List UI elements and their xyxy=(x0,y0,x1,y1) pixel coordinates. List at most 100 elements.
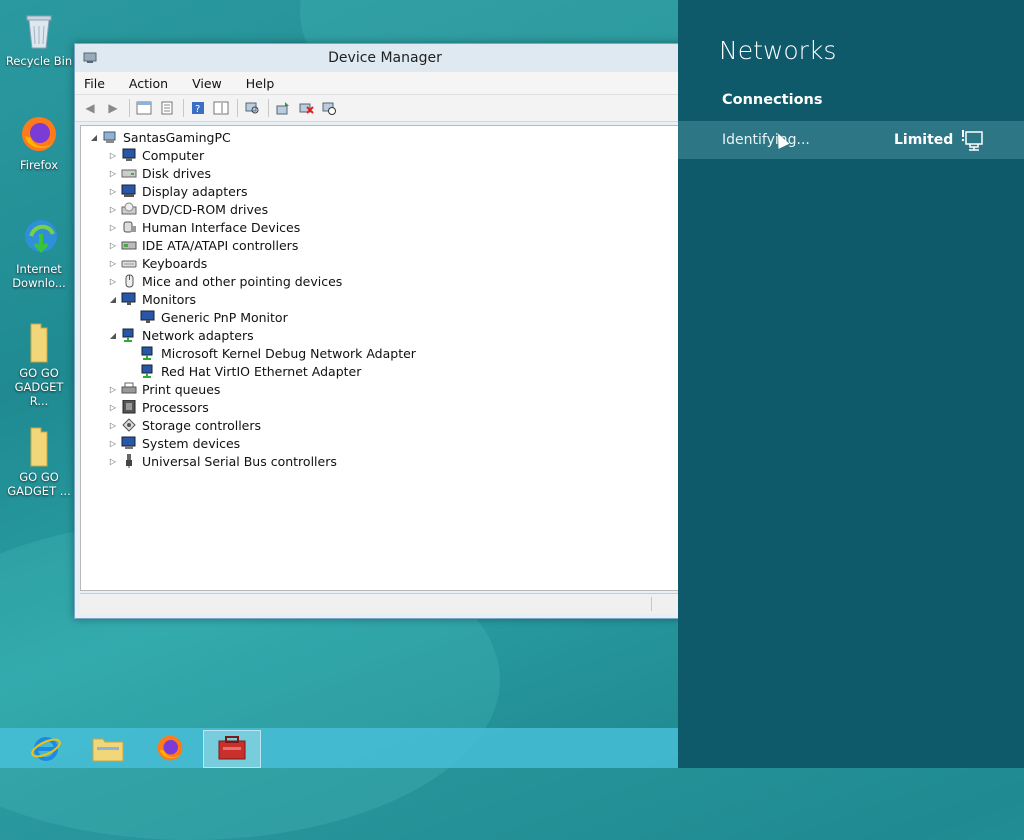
tree-node-mice[interactable]: ▷ Mice and other pointing devices xyxy=(108,272,342,290)
expand-triangle-icon[interactable]: ▷ xyxy=(108,187,118,196)
desktop-icon-label: Firefox xyxy=(19,158,59,172)
tree-node-processors[interactable]: ▷ Processors xyxy=(108,398,209,416)
network-adapter-icon xyxy=(141,364,153,378)
tree-node-network-adapters[interactable]: ◢ Network adapters xyxy=(108,326,254,344)
tree-node-label: Monitors xyxy=(142,291,197,307)
tree-node-generic-pnp-monitor[interactable]: Generic PnP Monitor xyxy=(140,308,288,326)
tree-node-print-queues[interactable]: ▷ Print queues xyxy=(108,380,220,398)
monitor-icon xyxy=(140,310,155,323)
tree-node-disk-drives[interactable]: ▷ Disk drives xyxy=(108,164,211,182)
folder-icon xyxy=(30,427,48,467)
tree-node-storage-controllers[interactable]: ▷ Storage controllers xyxy=(108,416,261,434)
expand-triangle-icon[interactable]: ▷ xyxy=(108,205,118,214)
folder-icon xyxy=(30,323,48,363)
desktop-icon-firefox[interactable]: Firefox xyxy=(4,112,74,172)
expand-triangle-icon[interactable]: ▷ xyxy=(108,151,118,160)
expand-triangle-icon[interactable]: ▷ xyxy=(108,169,118,178)
update-driver-icon[interactable] xyxy=(274,99,292,117)
expand-triangle-icon[interactable]: ▷ xyxy=(108,385,118,394)
internet-explorer-icon xyxy=(31,737,61,761)
tree-node-kernel-debug-adapter[interactable]: Microsoft Kernel Debug Network Adapter xyxy=(140,344,416,362)
tree-node-computer[interactable]: ▷ Computer xyxy=(108,146,204,164)
recycle-bin-icon xyxy=(26,15,52,49)
computer-icon xyxy=(122,148,136,161)
device-manager-window[interactable]: Device Manager File Action View Help ◀ ▶… xyxy=(74,43,696,619)
taskbar-firefox[interactable] xyxy=(142,730,198,766)
title-bar[interactable]: Device Manager xyxy=(75,44,695,72)
svg-text:?: ? xyxy=(195,104,200,115)
collapse-triangle-icon[interactable]: ◢ xyxy=(108,295,118,304)
menu-bar: File Action View Help xyxy=(75,72,695,95)
expand-triangle-icon[interactable]: ▷ xyxy=(108,259,118,268)
tree-node-human-interface-devices[interactable]: ▷ Human Interface Devices xyxy=(108,218,300,236)
tree-node-ide-controllers[interactable]: ▷ IDE ATA/ATAPI controllers xyxy=(108,236,298,254)
expand-triangle-icon[interactable]: ▷ xyxy=(108,439,118,448)
expand-triangle-icon[interactable]: ▷ xyxy=(108,277,118,286)
toolbar-separator xyxy=(268,99,269,117)
expand-triangle-icon[interactable]: ▷ xyxy=(108,223,118,232)
tree-node-system-devices[interactable]: ▷ System devices xyxy=(108,434,240,452)
tree-root-node[interactable]: ◢ SantasGamingPC xyxy=(89,128,231,146)
menu-help[interactable]: Help xyxy=(243,74,278,93)
networks-pane: Networks Connections Identifying... Limi… xyxy=(678,0,1024,768)
menu-action[interactable]: Action xyxy=(126,74,171,93)
expand-triangle-icon[interactable]: ▷ xyxy=(108,241,118,250)
action-pane-icon[interactable] xyxy=(212,99,230,117)
scan-hardware-changes-icon[interactable] xyxy=(243,99,261,117)
show-hide-console-tree-icon[interactable] xyxy=(135,99,153,117)
tree-node-label: Processors xyxy=(142,399,209,415)
properties-icon[interactable] xyxy=(158,99,176,117)
tree-node-label: DVD/CD-ROM drives xyxy=(142,201,269,217)
tree-node-label: Network adapters xyxy=(142,327,254,343)
taskbar-file-explorer[interactable] xyxy=(80,730,136,766)
forward-arrow-icon[interactable]: ▶ xyxy=(104,99,122,117)
expand-triangle-icon[interactable]: ▷ xyxy=(108,421,118,430)
expand-triangle-icon[interactable]: ▷ xyxy=(108,457,118,466)
wired-network-icon xyxy=(961,130,983,151)
desktop-icon-internet-download-manager[interactable]: Internet Downlo... xyxy=(4,216,74,290)
device-manager-icon xyxy=(218,736,246,760)
processor-icon xyxy=(122,400,136,414)
mouse-icon xyxy=(125,274,134,288)
toolbar-separator xyxy=(237,99,238,117)
taskbar-internet-explorer[interactable] xyxy=(18,730,74,766)
menu-file[interactable]: File xyxy=(81,74,108,93)
toolbar: ◀ ▶ ? xyxy=(75,95,695,122)
back-arrow-icon[interactable]: ◀ xyxy=(81,99,99,117)
tree-node-display-adapters[interactable]: ▷ Display adapters xyxy=(108,182,248,200)
tree-node-label: Disk drives xyxy=(142,165,211,181)
tree-node-usb-controllers[interactable]: ▷ Universal Serial Bus controllers xyxy=(108,452,337,470)
network-connection-item[interactable]: Identifying... Limited xyxy=(678,121,1024,159)
tree-node-keyboards[interactable]: ▷ Keyboards xyxy=(108,254,207,272)
enable-device-icon[interactable] xyxy=(320,99,338,117)
keyboard-icon xyxy=(121,260,137,268)
taskbar-device-manager[interactable] xyxy=(203,730,261,768)
desktop-icon-label: Recycle Bin xyxy=(5,54,73,68)
collapse-triangle-icon[interactable]: ◢ xyxy=(89,133,99,142)
device-tree[interactable]: ◢ SantasGamingPC ▷ Computer ▷ Disk drive… xyxy=(80,125,694,591)
tree-node-monitors[interactable]: ◢ Monitors xyxy=(108,290,196,308)
help-icon[interactable]: ? xyxy=(189,99,207,117)
usb-icon xyxy=(126,454,132,468)
window-title: Device Manager xyxy=(328,50,442,66)
disk-drive-icon xyxy=(121,169,137,178)
tree-node-virtio-ethernet-adapter[interactable]: Red Hat VirtIO Ethernet Adapter xyxy=(140,362,361,380)
tree-node-dvd-cdrom[interactable]: ▷ DVD/CD-ROM drives xyxy=(108,200,268,218)
desktop-icon-folder-2[interactable]: GO GO GADGET ... xyxy=(4,424,74,498)
uninstall-device-icon[interactable] xyxy=(297,99,315,117)
network-adapter-icon xyxy=(141,346,153,360)
connection-name: Identifying... xyxy=(722,132,810,148)
taskbar xyxy=(0,728,678,768)
connection-status: Limited xyxy=(894,132,954,148)
desktop-icon-recycle-bin[interactable]: Recycle Bin xyxy=(4,8,74,68)
tree-node-label: Microsoft Kernel Debug Network Adapter xyxy=(161,345,416,361)
tree-node-label: Red Hat VirtIO Ethernet Adapter xyxy=(161,363,362,379)
storage-controller-icon xyxy=(122,418,136,432)
desktop-icon-folder-1[interactable]: GO GO GADGET R... xyxy=(4,320,74,408)
menu-view[interactable]: View xyxy=(189,74,225,93)
expand-triangle-icon[interactable]: ▷ xyxy=(108,403,118,412)
system-device-icon xyxy=(121,436,136,449)
hid-icon xyxy=(123,221,136,233)
collapse-triangle-icon[interactable]: ◢ xyxy=(108,331,118,340)
networks-title: Networks xyxy=(719,36,837,65)
